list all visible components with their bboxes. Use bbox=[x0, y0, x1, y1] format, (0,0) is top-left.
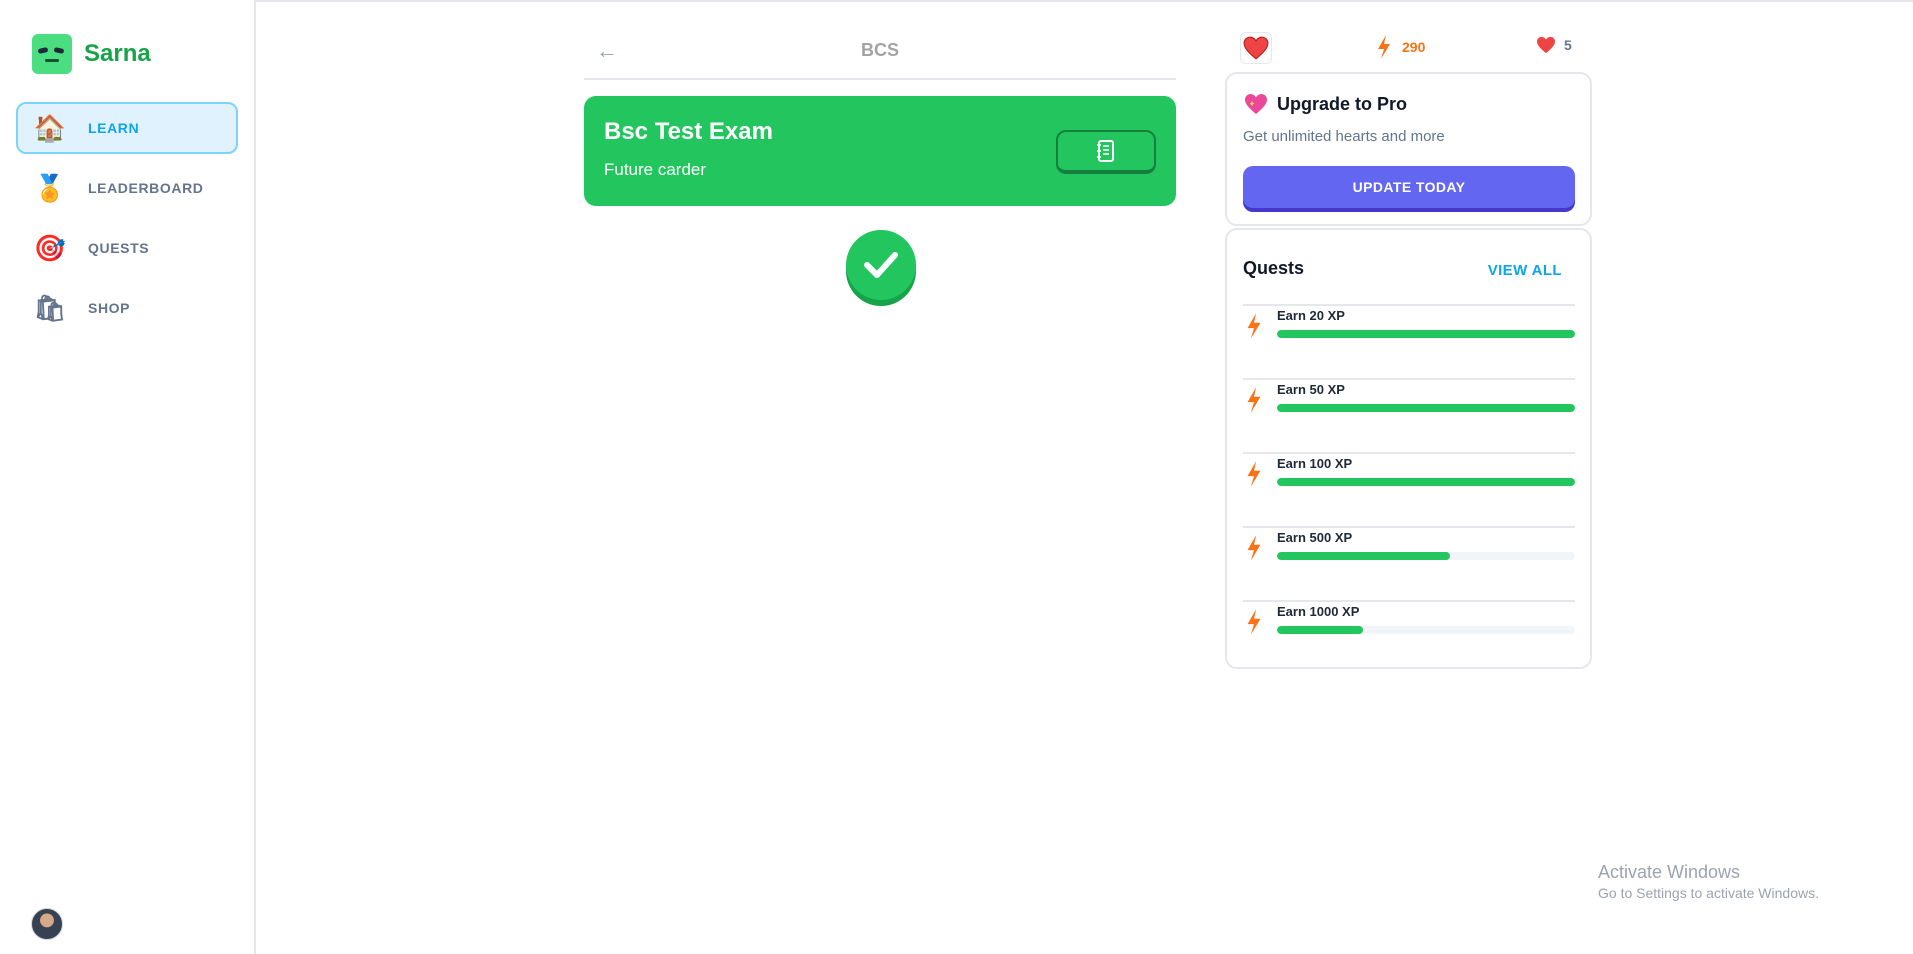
quest-label: Earn 1000 XP bbox=[1277, 604, 1360, 619]
quest-progress-fill bbox=[1277, 626, 1364, 634]
promo-title: Upgrade to Pro bbox=[1277, 93, 1408, 114]
quest-progress-bar bbox=[1277, 330, 1575, 338]
unit-header: ← BCS bbox=[584, 30, 1176, 80]
quest-list: Earn 20 XP Earn 50 XP Earn 100 XP Earn 5… bbox=[1243, 304, 1575, 674]
sidebar-item-leaderboard[interactable]: 🏅 LEADERBOARD bbox=[16, 162, 238, 214]
watermark-title: Activate Windows bbox=[1598, 862, 1741, 882]
target-icon: 🎯 bbox=[33, 233, 67, 263]
guidebook-button[interactable] bbox=[1056, 130, 1156, 174]
quest-progress-bar bbox=[1277, 404, 1575, 412]
user-avatar[interactable] bbox=[31, 908, 63, 940]
sidebar-nav: 🏠 LEARN 🏅 LEADERBOARD 🎯 QUESTS 🛍 SHOP bbox=[16, 102, 238, 342]
lightning-icon bbox=[1247, 461, 1261, 487]
sparkling-heart-icon bbox=[1245, 94, 1267, 114]
heart-icon bbox=[1537, 36, 1555, 54]
quest-progress-bar bbox=[1277, 478, 1575, 486]
quests-title: Quests bbox=[1243, 258, 1305, 278]
lightning-icon bbox=[1378, 35, 1390, 59]
medal-icon: 🏅 bbox=[33, 173, 67, 203]
sidebar-item-label: QUESTS bbox=[88, 240, 150, 256]
sidebar-item-shop[interactable]: 🛍 SHOP bbox=[16, 282, 238, 334]
quest-item: Earn 20 XP bbox=[1243, 304, 1575, 378]
quest-label: Earn 500 XP bbox=[1277, 530, 1353, 545]
quest-progress-fill bbox=[1277, 552, 1450, 560]
quest-label: Earn 100 XP bbox=[1277, 456, 1353, 471]
lightning-icon bbox=[1247, 387, 1261, 413]
watermark-subtitle: Go to Settings to activate Windows. bbox=[1598, 885, 1819, 901]
sidebar-item-label: LEARN bbox=[88, 120, 140, 136]
quest-progress-bar bbox=[1277, 626, 1575, 634]
view-all-link[interactable]: VIEW ALL bbox=[1488, 262, 1562, 279]
sidebar-item-quests[interactable]: 🎯 QUESTS bbox=[16, 222, 238, 274]
quest-progress-fill bbox=[1277, 404, 1575, 412]
check-icon bbox=[864, 252, 898, 278]
sidebar-item-label: LEADERBOARD bbox=[88, 180, 204, 196]
brand[interactable]: Sarna bbox=[32, 34, 151, 74]
quest-progress-fill bbox=[1277, 330, 1575, 338]
house-icon: 🏠 bbox=[33, 113, 67, 143]
unit-banner: Bsc Test Exam Future carder bbox=[584, 96, 1176, 206]
lesson-button-completed[interactable] bbox=[846, 230, 916, 300]
quests-card: Quests VIEW ALL Earn 20 XP Earn 50 XP Ea… bbox=[1225, 228, 1592, 669]
user-stats: 290 5 bbox=[1240, 32, 1576, 64]
hearts-counter[interactable]: 5 bbox=[1536, 36, 1572, 54]
sidebar: Sarna 🏠 LEARN 🏅 LEADERBOARD 🎯 QUESTS 🛍 S… bbox=[0, 0, 256, 954]
unit-title: Bsc Test Exam bbox=[604, 118, 773, 145]
quest-progress-fill bbox=[1277, 478, 1575, 486]
lightning-icon bbox=[1247, 609, 1261, 635]
quest-label: Earn 50 XP bbox=[1277, 382, 1345, 397]
unit-subtitle: Future carder bbox=[604, 160, 707, 179]
xp-counter[interactable]: 290 bbox=[1376, 34, 1425, 60]
quest-item: Earn 500 XP bbox=[1243, 526, 1575, 600]
quest-item: Earn 50 XP bbox=[1243, 378, 1575, 452]
course-flag-button[interactable] bbox=[1240, 32, 1272, 64]
upgrade-button[interactable]: UPDATE TODAY bbox=[1243, 166, 1575, 208]
course-title: BCS bbox=[860, 40, 899, 60]
shopping-bag-icon: 🛍 bbox=[33, 293, 67, 323]
mascot-logo bbox=[32, 34, 72, 74]
hearts-value: 5 bbox=[1564, 37, 1572, 53]
quest-label: Earn 20 XP bbox=[1277, 308, 1345, 323]
sidebar-item-learn[interactable]: 🏠 LEARN bbox=[16, 102, 238, 154]
quest-item: Earn 100 XP bbox=[1243, 452, 1575, 526]
lightning-icon bbox=[1247, 535, 1261, 561]
upgrade-promo-card: Upgrade to Pro Get unlimited hearts and … bbox=[1225, 72, 1592, 226]
quest-progress-bar bbox=[1277, 552, 1575, 560]
windows-activation-watermark: Activate Windows Go to Settings to activ… bbox=[1598, 862, 1819, 901]
heart-icon bbox=[1243, 36, 1269, 60]
xp-value: 290 bbox=[1402, 39, 1426, 55]
promo-subtitle: Get unlimited hearts and more bbox=[1243, 128, 1445, 145]
notebook-icon bbox=[1097, 140, 1114, 162]
top-border bbox=[0, 0, 1913, 2]
app-name: Sarna bbox=[84, 40, 151, 67]
sidebar-item-label: SHOP bbox=[88, 300, 131, 316]
quest-item: Earn 1000 XP bbox=[1243, 600, 1575, 674]
lightning-icon bbox=[1247, 313, 1261, 339]
